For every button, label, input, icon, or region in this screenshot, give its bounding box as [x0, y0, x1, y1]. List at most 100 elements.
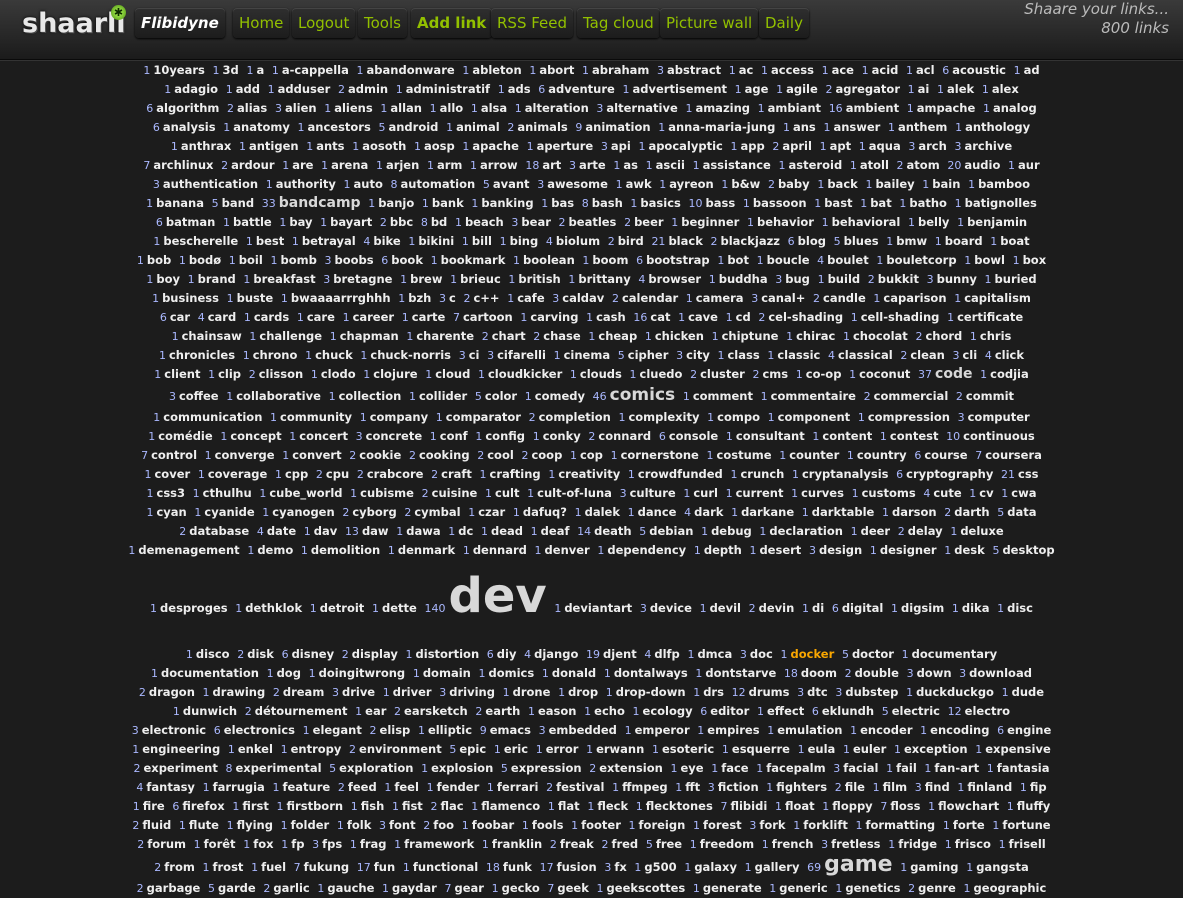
tag-link[interactable]: current — [736, 486, 784, 500]
tag-link[interactable]: functional — [413, 860, 478, 874]
tag-link[interactable]: bunny — [937, 272, 977, 286]
tag-link[interactable]: daw — [362, 524, 389, 538]
tag-link[interactable]: arch — [918, 139, 946, 153]
tag-link[interactable]: batho — [909, 196, 947, 210]
tag-link[interactable]: earsketch — [404, 704, 468, 718]
tag-link[interactable]: experiment — [143, 761, 217, 775]
tag-link[interactable]: chapman — [340, 329, 399, 343]
tag-link[interactable]: ableton — [472, 63, 521, 77]
tag-link[interactable]: cryptography — [906, 467, 993, 481]
tag-link[interactable]: agregator — [835, 82, 900, 96]
tag-link[interactable]: fortune — [1002, 818, 1050, 832]
tag-link[interactable]: disco — [196, 647, 230, 661]
tag-link[interactable]: coursera — [985, 448, 1042, 462]
tag-link[interactable]: bike — [373, 234, 400, 248]
tag-link[interactable]: asteroid — [789, 158, 843, 172]
tag-link[interactable]: enkel — [238, 742, 273, 756]
tag-link[interactable]: arm — [437, 158, 462, 172]
tag-link[interactable]: cwa — [1011, 486, 1036, 500]
tag-link[interactable]: beach — [465, 215, 504, 229]
tag-link[interactable]: build — [828, 272, 861, 286]
tag-link[interactable]: a — [256, 63, 264, 77]
tag-link[interactable]: donald — [552, 666, 596, 680]
tag-link[interactable]: bbc — [390, 215, 413, 229]
tag-link[interactable]: boobs — [335, 253, 374, 267]
tag-link[interactable]: acoustic — [952, 63, 1006, 77]
tag-link[interactable]: emulation — [777, 723, 842, 737]
tag-link[interactable]: duckduckgo — [916, 685, 994, 699]
tag-link[interactable]: 3d — [223, 63, 239, 77]
tag-link[interactable]: dependency — [607, 543, 686, 557]
tag-link[interactable]: deer — [861, 524, 891, 538]
tag-link[interactable]: clodo — [321, 367, 356, 381]
tag-link[interactable]: css — [1018, 467, 1039, 481]
tag-link[interactable]: business — [162, 291, 219, 305]
tag-link[interactable]: denmark — [398, 543, 455, 557]
tag-link[interactable]: freedom — [700, 837, 754, 851]
tag-link[interactable]: entropy — [291, 742, 342, 756]
tag-link[interactable]: ardour — [231, 158, 274, 172]
nav-daily[interactable]: Daily — [759, 8, 809, 38]
tag-link[interactable]: formatting — [865, 818, 935, 832]
tag-link[interactable]: collider — [419, 389, 467, 403]
tag-link[interactable]: freak — [560, 837, 594, 851]
tag-link[interactable]: fukung — [304, 860, 349, 874]
tag-link[interactable]: anthology — [965, 120, 1030, 134]
tag-link[interactable]: gaydar — [392, 881, 437, 895]
tag-link[interactable]: bikini — [418, 234, 454, 248]
tag-link[interactable]: cloud — [435, 367, 470, 381]
tag-link[interactable]: forklift — [803, 818, 848, 832]
tag-link[interactable]: bayart — [330, 215, 372, 229]
tag-link[interactable]: cyanide — [204, 505, 254, 519]
tag-link[interactable]: first — [242, 799, 269, 813]
tag-link[interactable]: expression — [511, 761, 582, 775]
tag-link[interactable]: administratif — [406, 82, 490, 96]
tag-link[interactable]: component — [778, 410, 851, 424]
tag-link[interactable]: add — [236, 82, 260, 96]
tag-link[interactable]: comment — [693, 389, 753, 403]
tag-link[interactable]: algorithm — [156, 101, 219, 115]
tag-link[interactable]: crabcore — [367, 467, 424, 481]
tag-link[interactable]: feel — [394, 780, 419, 794]
tag-link[interactable]: clojure — [373, 367, 417, 381]
tag-link[interactable]: digital — [842, 601, 884, 615]
tag-link[interactable]: fiction — [718, 780, 759, 794]
tag-link[interactable]: cyborg — [352, 505, 396, 519]
nav-brand[interactable]: Flibidyne — [135, 8, 225, 38]
tag-link[interactable]: disc — [1007, 601, 1033, 615]
tag-link[interactable]: deaf — [541, 524, 570, 538]
tag-link[interactable]: codjia — [990, 367, 1029, 381]
tag-link[interactable]: blues — [844, 234, 879, 248]
tag-link[interactable]: cloudkicker — [488, 367, 562, 381]
tag-link[interactable]: doc — [750, 647, 773, 661]
tag-link[interactable]: batman — [166, 215, 215, 229]
tag-link[interactable]: breakfast — [253, 272, 315, 286]
tag-link[interactable]: admin — [348, 82, 388, 96]
tag-link[interactable]: advertisement — [633, 82, 728, 96]
tag-link[interactable]: gallery — [755, 860, 800, 874]
tag-link[interactable]: apache — [472, 139, 519, 153]
tag-link[interactable]: answer — [833, 120, 880, 134]
tag-link[interactable]: desktop — [1002, 543, 1054, 557]
tag-link[interactable]: chase — [543, 329, 580, 343]
tag-link[interactable]: euler — [853, 742, 886, 756]
tag-link[interactable]: fridge — [898, 837, 937, 851]
tag-link[interactable]: commentaire — [771, 389, 856, 403]
tag-link[interactable]: consultant — [736, 429, 805, 443]
tag-link[interactable]: classic — [777, 348, 820, 362]
tag-link[interactable]: editor — [710, 704, 749, 718]
tag-link[interactable]: calendar — [622, 291, 678, 305]
tag-link[interactable]: garbage — [147, 881, 201, 895]
tag-link[interactable]: clean — [910, 348, 945, 362]
tag-link[interactable]: ferrari — [497, 780, 539, 794]
tag-link[interactable]: flecktones — [646, 799, 713, 813]
tag-link[interactable]: buddha — [719, 272, 768, 286]
tag-link[interactable]: comics — [610, 385, 676, 405]
tag-link[interactable]: dontstarve — [705, 666, 776, 680]
tag-link[interactable]: dark — [694, 505, 723, 519]
tag-link[interactable]: embedded — [549, 723, 617, 737]
tag-link[interactable]: brew — [410, 272, 442, 286]
tag-link[interactable]: debug — [711, 524, 752, 538]
tag-link[interactable]: dance — [638, 505, 677, 519]
tag-link[interactable]: config — [485, 429, 525, 443]
